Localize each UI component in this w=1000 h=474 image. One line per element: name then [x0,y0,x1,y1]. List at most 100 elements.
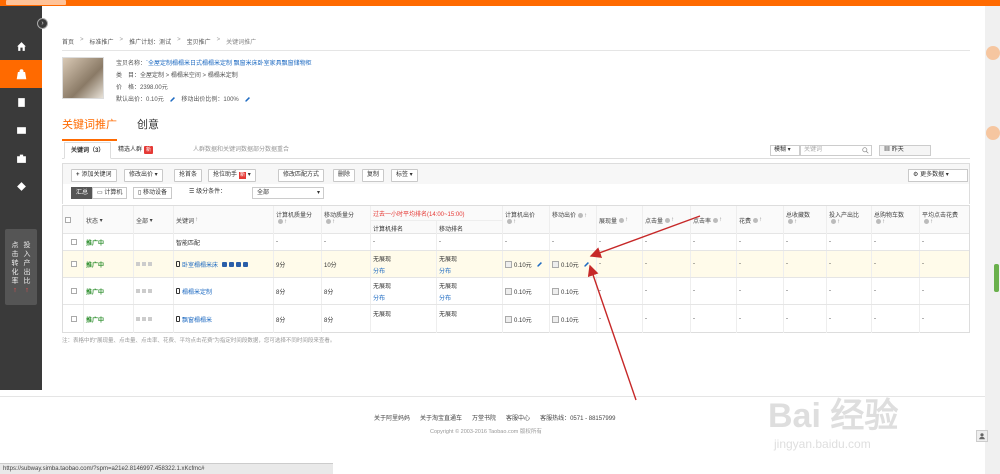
date-range-select[interactable]: ▦ 昨天 [879,145,931,156]
help-icon[interactable] [713,217,719,223]
floating-badge-icon[interactable] [986,46,1000,60]
product-thumbnail[interactable] [62,57,104,99]
header-roi[interactable]: 投入产出比 ↑ [826,206,871,234]
help-icon[interactable] [831,219,836,224]
header-ctr[interactable]: 点击率 ↑ [690,206,736,234]
tag-button[interactable]: 标签 ▾ [391,169,418,182]
filter-mobile-button[interactable]: ▯ 移动设备 [133,187,172,199]
match-mode-select[interactable]: 模糊 ▾ [770,145,800,156]
header-cart[interactable]: 总购物车数 ↑ [871,206,919,234]
row-keyword-link[interactable]: 卧室榻榻米床 [182,260,218,269]
breadcrumb-sep: > [80,37,84,43]
help-icon[interactable] [665,217,671,223]
breadcrumb-plan[interactable]: 推广计划：测试 [129,37,171,46]
search-icon[interactable] [229,261,235,267]
trend-icon[interactable] [236,261,242,267]
sidebar-item-reports[interactable] [0,88,42,116]
header-fav[interactable]: 总收藏数 ↑ [783,206,826,234]
sidebar-item-tools[interactable] [0,144,42,172]
breadcrumb-standard[interactable]: 标准推广 [90,37,114,46]
row-checkbox[interactable] [71,261,77,267]
main-tabs: 关键词推广 创意 [62,116,159,132]
modify-match-button[interactable]: 修改匹配方式 [278,169,325,182]
brand-logo[interactable] [6,0,66,5]
ratio-widget[interactable]: 点击转化率 ↑ 投入产出比 ↑ [5,229,37,305]
more-data-button[interactable]: ⚙ 更多数据 ▾ [908,169,968,182]
sidebar-item-home[interactable] [0,32,42,60]
help-icon[interactable] [924,219,929,224]
row-keyword[interactable]: 智能匹配 [173,234,273,250]
row-tag-dots[interactable] [136,317,152,321]
bid-box-icon [505,260,512,268]
edit-pc-bid-icon[interactable] [536,261,543,268]
product-name-link[interactable]: `全屋定制榻榻米日式榻榻米定制 飘窗米床卧室家具飘窗储物柜 [146,61,312,67]
level-filter-select[interactable]: 全部 ▾ [252,187,324,199]
keyword-search-input[interactable]: 关键词 [800,145,872,156]
pc-rank-distribution-link[interactable]: 分布 [373,293,385,302]
row-avg-cpc: - [919,234,969,250]
help-icon[interactable] [578,212,584,218]
sidebar-item-insights[interactable] [0,172,42,200]
row-checkbox[interactable] [71,288,77,294]
modify-bid-button[interactable]: 修改出价 ▾ [124,169,163,182]
edit-mobile-bid-icon[interactable] [583,261,590,268]
header-clicks[interactable]: 点击量 ↑ [642,206,690,234]
header-spend[interactable]: 花费 ↑ [736,206,783,234]
edit-default-bid-icon[interactable] [169,96,176,103]
edit-mobile-ratio-icon[interactable] [244,96,251,103]
row-checkbox[interactable] [71,316,77,322]
header-mobile-bid[interactable]: 移动出价 ↑ [549,206,596,234]
header-status[interactable]: 状态 ▾ [83,206,133,234]
help-icon[interactable] [788,219,793,224]
breadcrumb-product[interactable]: 宝贝推广 [187,37,211,46]
add-keyword-button[interactable]: + 添加关键词 [71,169,117,182]
help-icon[interactable] [753,217,759,223]
tab-keyword-promotion[interactable]: 关键词推广 [62,116,117,132]
search-icon[interactable] [862,147,869,154]
subtab-keywords[interactable]: 关键词（3） [64,142,112,159]
footer-link-alimama[interactable]: 关于阿里妈妈 [374,413,410,422]
grab-top-button[interactable]: 抢首条 [174,169,203,182]
header-impressions[interactable]: 展现量 ↑ [596,206,642,234]
floating-badge-icon[interactable] [986,126,1000,140]
row-tag-dots[interactable] [136,262,152,266]
header-mobile-quality[interactable]: 移动质量分 ↑ [321,206,370,234]
scrollbar-thumb[interactable] [994,264,999,292]
footer-link-service[interactable]: 客服中心 [506,413,530,422]
filter-pc-button[interactable]: ▭ 计算机 [92,187,128,199]
trash-icon[interactable] [243,261,249,267]
globe-icon[interactable] [222,261,228,267]
footer-link-academy[interactable]: 万堂书院 [472,413,496,422]
select-all-checkbox[interactable] [65,217,71,223]
footer-link-ztc[interactable]: 关于淘宝直通车 [420,413,462,422]
row-pc-rank: 无展现 分布 [370,278,436,304]
row-checkbox[interactable] [71,239,77,245]
sidebar-item-account[interactable] [0,116,42,144]
header-all[interactable]: 全部 ▾ [133,206,173,234]
help-icon[interactable] [876,219,881,224]
mobile-rank-distribution-link[interactable]: 分布 [439,266,451,275]
copy-button[interactable]: 复制 [362,169,385,182]
row-tag-dots[interactable] [136,289,152,293]
help-icon[interactable] [326,219,331,224]
help-icon[interactable] [619,217,625,223]
user-service-icon[interactable] [976,430,988,442]
row-keyword-link[interactable]: 榻榻米定制 [182,287,212,296]
row-fav: - [783,278,826,304]
header-pc-bid[interactable]: 计算机出价 ↑ [502,206,549,234]
delete-button[interactable]: 删除 [333,169,356,182]
header-pc-quality[interactable]: 计算机质量分 ↑ [273,206,321,234]
subtab-audience[interactable]: 精选人群新 [112,142,159,159]
breadcrumb-home[interactable]: 首页 [62,37,74,46]
mobile-rank-distribution-link[interactable]: 分布 [439,293,451,302]
header-keyword[interactable]: 关键词 ↑ [173,206,273,234]
tab-creative[interactable]: 创意 [137,116,159,132]
help-icon[interactable] [507,219,512,224]
filter-all-button[interactable]: 汇总 [71,187,94,199]
row-keyword-link[interactable]: 飘窗榻榻米 [182,315,212,324]
help-icon[interactable] [278,219,283,224]
sidebar-item-promotion[interactable] [0,60,42,88]
rank-helper-button[interactable]: 抢位助手新 ▾ [208,169,256,182]
header-avg-cpc[interactable]: 平均点击花费 ↑ [919,206,969,234]
pc-rank-distribution-link[interactable]: 分布 [373,266,385,275]
